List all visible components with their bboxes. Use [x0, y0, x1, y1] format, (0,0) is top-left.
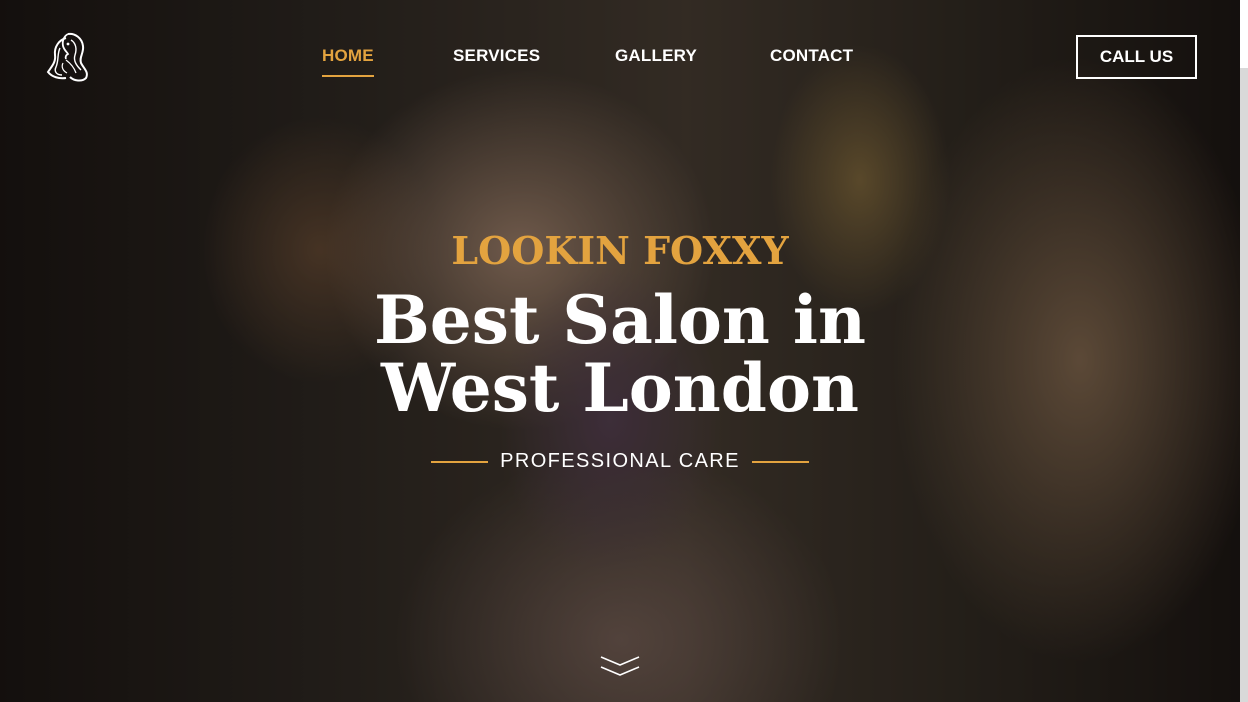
hero-eyebrow: LOOKIN FOXXY — [451, 228, 789, 273]
hero-headline: Best Salon in West London — [0, 286, 1240, 422]
call-us-button-label: CALL US — [1099, 47, 1174, 66]
tagline-text: PROFESSIONAL CARE — [500, 450, 740, 472]
hero-section: HOME SERVICES GALLERY CONTACT CALL US LO… — [0, 0, 1248, 702]
page-scrollbar-thumb[interactable] — [1240, 0, 1248, 68]
tagline-right-line — [751, 460, 809, 463]
chevron-double-down-icon[interactable] — [598, 654, 642, 680]
page-scrollbar[interactable] — [1240, 0, 1248, 702]
nav-item-home-label: HOME — [322, 46, 374, 65]
hero-tagline: PROFESSIONAL CARE — [0, 450, 1240, 473]
nav-item-services-label: SERVICES — [453, 46, 541, 65]
nav-item-gallery-label: GALLERY — [615, 46, 697, 65]
nav-item-home[interactable]: HOME — [322, 46, 374, 77]
nav-item-gallery[interactable]: GALLERY — [615, 46, 697, 66]
call-us-button[interactable]: CALL US — [1076, 35, 1197, 79]
nav-item-contact-label: CONTACT — [770, 46, 854, 65]
woman-hair-logo-icon[interactable] — [44, 30, 96, 84]
hero-headline-line-1: Best Salon in — [374, 281, 866, 359]
nav-item-contact[interactable]: CONTACT — [770, 46, 853, 66]
nav-item-services[interactable]: SERVICES — [453, 46, 540, 66]
nav-active-underline — [322, 75, 374, 77]
tagline-left-line — [431, 460, 489, 463]
hero-headline-line-2: West London — [381, 349, 859, 427]
